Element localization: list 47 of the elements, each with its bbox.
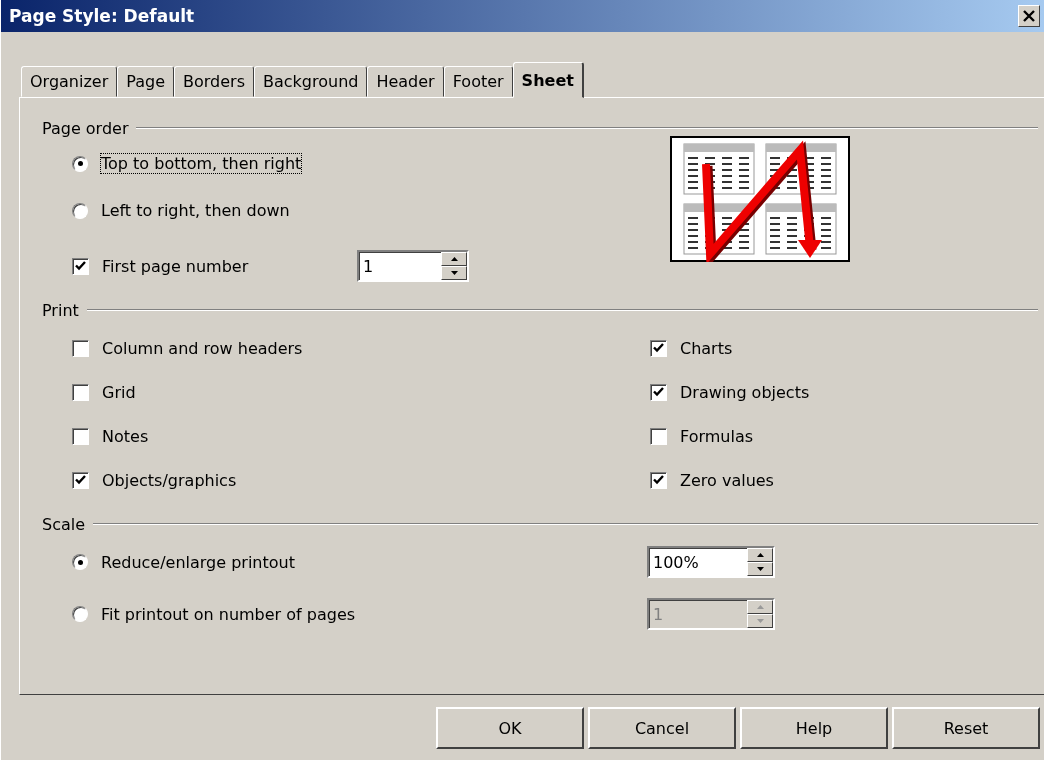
radio-label: Left to right, then down bbox=[101, 201, 290, 220]
checkbox[interactable] bbox=[72, 383, 89, 401]
window-title: Page Style: Default bbox=[9, 6, 195, 26]
tab[interactable]: Header bbox=[367, 66, 444, 97]
section-title: Page order bbox=[42, 118, 129, 138]
number-field[interactable]: 100% bbox=[647, 546, 775, 578]
checkbox-label: Column and row headers bbox=[102, 338, 303, 358]
spin-down-icon[interactable] bbox=[747, 562, 773, 576]
number-field[interactable]: 1 bbox=[357, 250, 469, 282]
close-button[interactable] bbox=[1018, 5, 1040, 27]
checkbox[interactable] bbox=[72, 339, 89, 357]
tab[interactable]: Organizer bbox=[21, 66, 118, 97]
checkbox[interactable] bbox=[72, 427, 89, 445]
checkbox[interactable] bbox=[650, 471, 667, 489]
checkbox-label: Formulas bbox=[680, 426, 754, 446]
section-title: Scale bbox=[42, 514, 86, 534]
radio-button[interactable] bbox=[72, 554, 88, 570]
checkbox-label: Grid bbox=[102, 382, 136, 402]
close-icon bbox=[1022, 9, 1036, 23]
radio-label: Fit printout on number of pages bbox=[101, 604, 357, 624]
spin-down-icon[interactable] bbox=[441, 266, 467, 280]
radio-label: Reduce/enlarge printout bbox=[101, 552, 296, 572]
checkbox-label: Objects/graphics bbox=[102, 470, 237, 490]
dialog-button[interactable]: Cancel bbox=[588, 707, 736, 749]
checkbox-label: Drawing objects bbox=[680, 382, 810, 402]
radio-label: Top to bottom, then right bbox=[101, 154, 302, 173]
checkbox[interactable] bbox=[650, 427, 667, 445]
tab[interactable]: Page bbox=[117, 66, 174, 97]
radio-button[interactable] bbox=[72, 606, 88, 622]
checkbox-label: First page number bbox=[102, 256, 250, 276]
checkbox[interactable] bbox=[72, 471, 89, 489]
tab[interactable]: Sheet bbox=[512, 62, 584, 98]
dialog-button[interactable]: Help bbox=[740, 707, 888, 749]
checkbox[interactable] bbox=[650, 383, 667, 401]
dialog-button[interactable]: OK bbox=[436, 707, 584, 749]
checkbox-label: Charts bbox=[680, 338, 733, 358]
tab[interactable]: Borders bbox=[174, 66, 254, 97]
checkbox[interactable] bbox=[650, 339, 667, 357]
section-title: Print bbox=[42, 300, 79, 320]
tab[interactable]: Background bbox=[254, 66, 368, 97]
spin-up-icon[interactable] bbox=[747, 548, 773, 562]
checkbox[interactable] bbox=[72, 257, 89, 275]
checkbox-label: Notes bbox=[102, 426, 149, 446]
tab[interactable]: Footer bbox=[443, 66, 513, 97]
spin-up-icon[interactable] bbox=[441, 252, 467, 266]
dialog-button[interactable]: Reset bbox=[892, 707, 1040, 749]
checkbox-label: Zero values bbox=[680, 470, 774, 490]
